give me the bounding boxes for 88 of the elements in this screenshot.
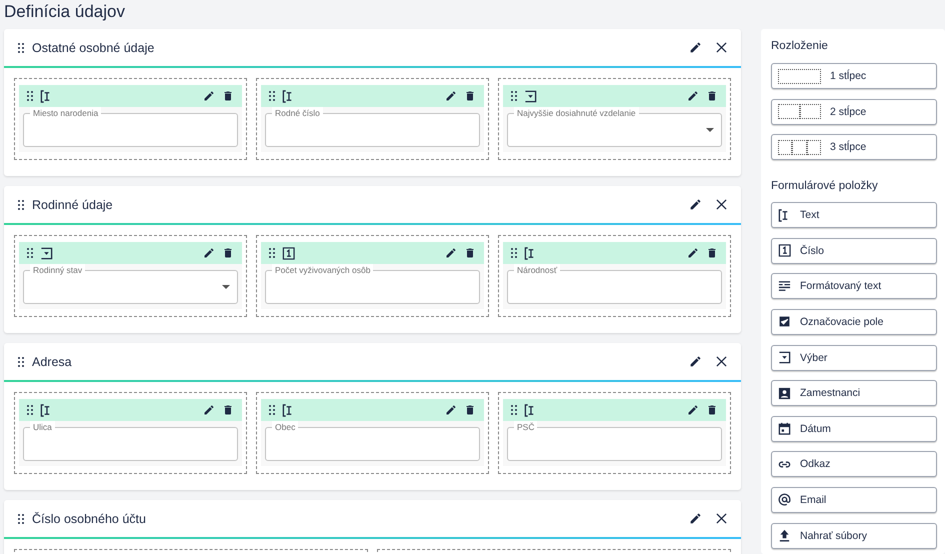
columns-icon: [778, 104, 821, 120]
layout-button[interactable]: 3 stĺpce: [771, 134, 937, 160]
form-item-button[interactable]: Nahrať súbory: [771, 522, 937, 549]
edit-icon[interactable]: [445, 90, 457, 102]
field-label: PSČ: [514, 421, 538, 433]
delete-icon[interactable]: [706, 90, 718, 102]
sidebar-heading: Rozloženie: [771, 40, 829, 52]
drag-handle-icon[interactable]: [269, 405, 275, 415]
edit-icon[interactable]: [445, 247, 457, 259]
drag-handle-icon[interactable]: [27, 91, 33, 101]
sidebar-heading: Formulárové položky: [771, 180, 879, 192]
section-title: Adresa: [32, 354, 73, 368]
close-icon[interactable]: [716, 356, 727, 367]
field-label: Obec: [272, 421, 298, 433]
edit-icon[interactable]: [689, 355, 702, 368]
formatted-text-icon: [778, 280, 791, 293]
caret-icon: [222, 285, 230, 289]
field-label: Miesto narodenia: [30, 107, 102, 119]
close-icon[interactable]: [716, 199, 727, 210]
form-item-button[interactable]: Text: [771, 202, 937, 228]
form-item-button[interactable]: Dátum: [771, 416, 937, 442]
edit-icon[interactable]: [203, 90, 215, 102]
delete-icon[interactable]: [706, 404, 718, 416]
delete-icon[interactable]: [222, 90, 234, 102]
drag-handle-icon[interactable]: [511, 248, 517, 258]
form-item-button[interactable]: Odkaz: [771, 451, 937, 478]
drag-handle-icon[interactable]: [511, 405, 517, 415]
section-title: Ostatné osobné údaje: [32, 40, 156, 54]
dropdown-icon: [40, 246, 53, 260]
edit-icon[interactable]: [689, 41, 702, 54]
edit-icon[interactable]: [687, 90, 699, 102]
drag-handle-icon[interactable]: [18, 200, 24, 210]
layout-button[interactable]: 1 stĺpec: [771, 63, 937, 89]
field-label: Národnosť: [514, 264, 560, 276]
drag-handle-icon[interactable]: [18, 42, 24, 52]
form-item-button[interactable]: Formátovaný text: [771, 273, 937, 300]
edit-icon[interactable]: [203, 247, 215, 259]
edit-icon[interactable]: [445, 404, 457, 416]
delete-icon[interactable]: [464, 404, 476, 416]
edit-icon[interactable]: [689, 198, 702, 211]
edit-icon[interactable]: [687, 404, 699, 416]
checkbox-icon: [778, 315, 791, 328]
calendar-icon: [778, 422, 791, 436]
form-item-button[interactable]: Výber: [771, 344, 937, 371]
field-label: Ulica: [30, 421, 55, 433]
drag-handle-icon[interactable]: [269, 91, 275, 101]
person-card-icon: [778, 386, 791, 400]
delete-icon[interactable]: [706, 247, 718, 259]
delete-icon[interactable]: [222, 247, 234, 259]
at-sign-icon: [778, 493, 791, 506]
form-item-button[interactable]: Zamestnanci: [771, 380, 937, 406]
edit-icon[interactable]: [203, 404, 215, 416]
input-field[interactable]: Miesto narodenia: [23, 107, 238, 147]
close-icon[interactable]: [716, 42, 727, 53]
dropdown-icon: [778, 351, 791, 364]
caret-icon: [706, 128, 714, 132]
number-field-icon: [282, 246, 295, 260]
drag-handle-icon[interactable]: [18, 514, 24, 524]
edit-icon[interactable]: [687, 247, 699, 259]
close-icon[interactable]: [716, 513, 727, 524]
edit-icon[interactable]: [689, 512, 702, 525]
delete-icon[interactable]: [464, 247, 476, 259]
input-field[interactable]: Najvyššie dosiahnuté vzdelanie: [507, 107, 722, 147]
section-title: Číslo osobného účtu: [32, 512, 147, 526]
columns-icon: [778, 140, 821, 155]
drag-handle-icon[interactable]: [18, 356, 24, 366]
columns-icon: [778, 68, 821, 84]
dropdown-icon: [524, 90, 537, 102]
drag-handle-icon[interactable]: [27, 248, 33, 258]
delete-icon[interactable]: [464, 90, 476, 102]
field-label: Rodinný stav: [30, 264, 86, 276]
layout-button[interactable]: 2 stĺpce: [771, 98, 937, 125]
drag-handle-icon[interactable]: [269, 248, 275, 258]
page-title: Definícia údajov: [4, 1, 126, 23]
field-label: Rodné číslo: [272, 107, 323, 119]
field-label: Najvyššie dosiahnuté vzdelanie: [514, 107, 639, 119]
section-title: Rodinné údaje: [32, 198, 114, 212]
input-field[interactable]: Rodinný stav: [23, 264, 238, 304]
drag-handle-icon[interactable]: [511, 91, 517, 101]
drag-handle-icon[interactable]: [27, 405, 33, 415]
input-field[interactable]: Počet vyživovaných osôb: [265, 264, 480, 304]
delete-icon[interactable]: [222, 404, 234, 416]
form-item-button[interactable]: Email: [771, 486, 937, 513]
form-item-button[interactable]: Číslo: [771, 238, 937, 264]
field-label: Počet vyživovaných osôb: [272, 264, 374, 276]
form-item-button[interactable]: Označovacie pole: [771, 308, 937, 335]
upload-icon: [778, 529, 791, 542]
number-field-icon: [778, 244, 791, 258]
